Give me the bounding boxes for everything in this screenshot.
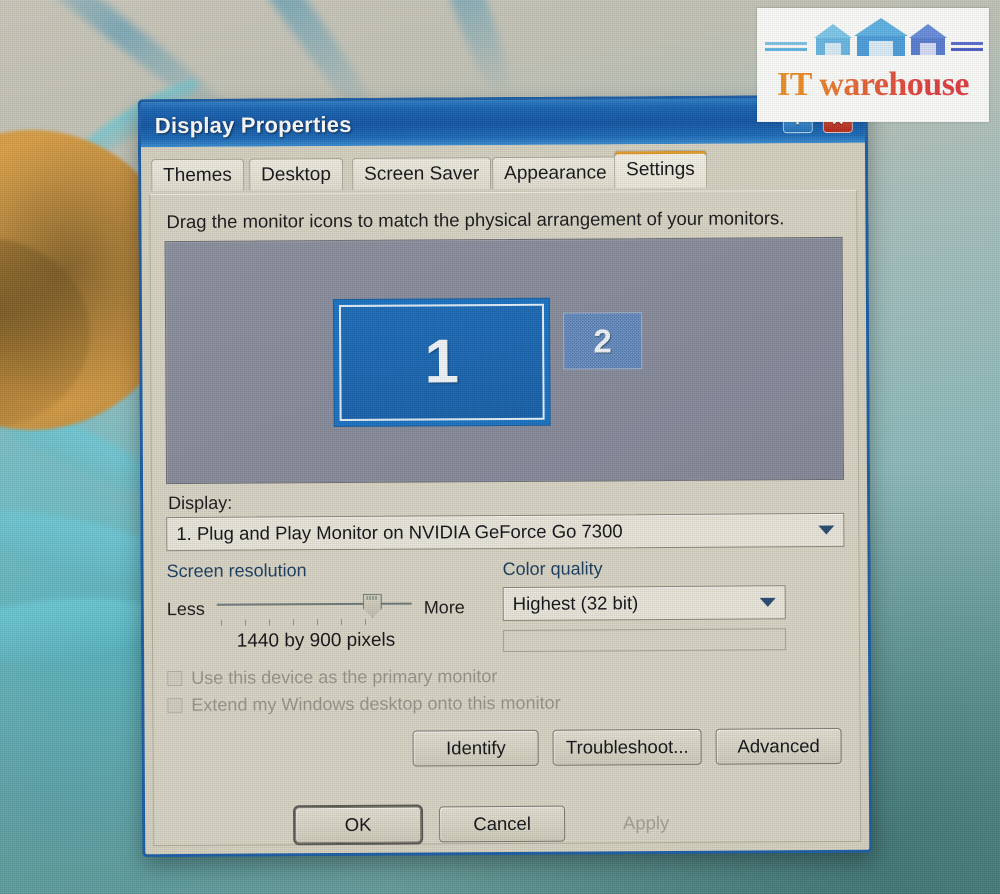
monitor-checkboxes: Use this device as the primary monitor E… <box>167 664 845 716</box>
settings-action-buttons: Identify Troubleshoot... Advanced <box>168 727 846 768</box>
display-select[interactable]: 1. Plug and Play Monitor on NVIDIA GeFor… <box>166 512 845 552</box>
dialog-title: Display Properties <box>154 111 352 139</box>
logo-text: IT warehouse <box>757 66 989 104</box>
extend-desktop-checkbox-row[interactable]: Extend my Windows desktop onto this moni… <box>167 691 845 716</box>
checkbox-icon[interactable] <box>167 697 183 714</box>
checkbox-icon[interactable] <box>167 670 183 687</box>
tab-strip: Themes Desktop Screen Saver Appearance S… <box>151 149 865 192</box>
cancel-button[interactable]: Cancel <box>439 805 566 843</box>
chevron-down-icon <box>818 525 835 535</box>
resolution-value: 1440 by 900 pixels <box>236 629 396 652</box>
monitor-icon-1[interactable]: 1 <box>333 298 550 427</box>
monitor-arrangement-preview[interactable]: 1 2 <box>164 236 845 485</box>
resolution-slider[interactable] <box>213 588 416 629</box>
primary-monitor-checkbox-row[interactable]: Use this device as the primary monitor <box>167 664 845 689</box>
tab-label: Themes <box>163 164 232 186</box>
button-label: Identify <box>446 737 506 759</box>
ok-button[interactable]: OK <box>295 806 422 844</box>
slider-less-label: Less <box>166 598 205 619</box>
tab-label: Settings <box>626 158 695 180</box>
button-label: Cancel <box>473 812 531 835</box>
troubleshoot-button[interactable]: Troubleshoot... <box>552 728 702 766</box>
tab-label: Screen Saver <box>364 162 480 185</box>
color-quality-group: Color quality Highest (32 bit) <box>502 557 787 653</box>
tab-label: Desktop <box>261 163 331 185</box>
tab-appearance[interactable]: Appearance <box>492 156 619 190</box>
button-label: Apply <box>622 812 670 834</box>
display-label: Display: <box>168 492 233 514</box>
tab-settings[interactable]: Settings <box>614 149 707 189</box>
primary-monitor-label: Use this device as the primary monitor <box>191 666 498 688</box>
apply-button: Apply <box>583 805 709 842</box>
monitor-icon-2[interactable]: 2 <box>562 312 643 370</box>
tab-screen-saver[interactable]: Screen Saver <box>352 157 492 190</box>
tab-label: Appearance <box>504 161 607 184</box>
slider-ticks <box>220 618 386 626</box>
resolution-slider-row: Less More <box>167 587 465 629</box>
slider-track <box>216 602 412 606</box>
monitor-2-number: 2 <box>593 322 612 360</box>
button-label: Advanced <box>737 735 820 757</box>
warehouse-icons <box>765 18 983 56</box>
display-select-value: 1. Plug and Play Monitor on NVIDIA GeFor… <box>176 520 623 545</box>
color-spectrum-swatch <box>502 628 787 653</box>
petal <box>0 588 163 672</box>
extend-desktop-label: Extend my Windows desktop onto this moni… <box>191 692 561 715</box>
monitor-1-screen: 1 <box>338 303 545 422</box>
display-properties-dialog: Display Properties ? ✕ Themes Desktop Sc… <box>137 94 873 858</box>
tab-themes[interactable]: Themes <box>151 158 244 192</box>
identify-button[interactable]: Identify <box>412 729 540 767</box>
advanced-button[interactable]: Advanced <box>715 727 842 765</box>
chevron-down-icon <box>759 597 776 607</box>
settings-tab-panel: Drag the monitor icons to match the phys… <box>149 189 862 847</box>
slider-thumb[interactable] <box>363 594 382 618</box>
dialog-footer-buttons: OK Cancel Apply <box>145 794 869 854</box>
button-label: OK <box>344 813 372 835</box>
petal-streak <box>399 0 521 105</box>
arrangement-hint: Drag the monitor icons to match the phys… <box>166 207 785 233</box>
tab-desktop[interactable]: Desktop <box>249 157 343 191</box>
button-label: Troubleshoot... <box>565 735 689 758</box>
screen-resolution-title: Screen resolution <box>166 560 307 582</box>
screen-resolution-group: Screen resolution Less More 1440 by 900 … <box>167 559 466 654</box>
settings-columns: Screen resolution Less More 1440 by 900 … <box>167 557 846 654</box>
color-quality-title: Color quality <box>502 558 603 580</box>
monitor-1-number: 1 <box>424 327 460 397</box>
color-quality-select[interactable]: Highest (32 bit) <box>502 585 786 622</box>
slider-more-label: More <box>423 596 465 617</box>
color-quality-value: Highest (32 bit) <box>512 592 639 614</box>
it-warehouse-logo: IT warehouse <box>757 8 989 122</box>
